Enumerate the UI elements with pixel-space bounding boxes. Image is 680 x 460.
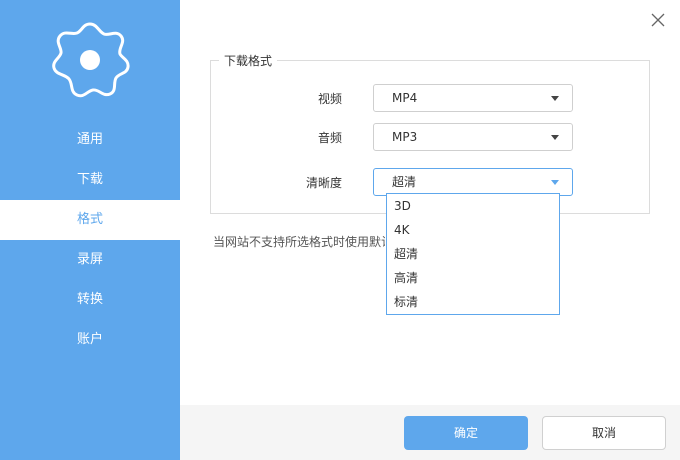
caret-down-icon	[551, 96, 559, 101]
video-format-select[interactable]: MP4	[373, 84, 573, 112]
ok-button[interactable]: 确定	[404, 416, 528, 450]
cancel-button[interactable]: 取消	[542, 416, 666, 450]
gear-icon	[52, 22, 130, 98]
video-label: 视频	[317, 92, 342, 106]
sidebar-item-general[interactable]: 通用	[0, 120, 180, 160]
quality-option-3d[interactable]: 3D	[387, 194, 559, 218]
sidebar-item-format[interactable]: 格式	[0, 200, 180, 240]
quality-option-4k[interactable]: 4K	[387, 218, 559, 242]
quality-dropdown-list: 3D 4K 超清 高清 标清	[386, 193, 560, 315]
close-icon[interactable]	[649, 11, 667, 29]
sidebar-item-account[interactable]: 账户	[0, 320, 180, 360]
group-title: 下载格式	[219, 52, 278, 69]
sidebar-item-convert[interactable]: 转换	[0, 280, 180, 320]
sidebar: 通用 下载 格式 录屏 转换 账户	[0, 0, 180, 460]
audio-format-value: MP3	[392, 130, 418, 144]
video-format-value: MP4	[392, 91, 418, 105]
quality-option-standard[interactable]: 标清	[387, 290, 559, 314]
quality-value: 超清	[392, 175, 417, 189]
quality-option-super[interactable]: 超清	[387, 242, 559, 266]
quality-select[interactable]: 超清	[373, 168, 573, 196]
default-format-note: 当网站不支持所选格式时使用默认	[213, 235, 385, 249]
caret-down-icon	[551, 135, 559, 140]
sidebar-item-record[interactable]: 录屏	[0, 240, 180, 280]
audio-label: 音频	[317, 131, 342, 145]
sidebar-item-download[interactable]: 下载	[0, 160, 180, 200]
quality-option-high[interactable]: 高清	[387, 266, 559, 290]
quality-label: 清晰度	[305, 176, 342, 190]
audio-format-select[interactable]: MP3	[373, 123, 573, 151]
caret-down-icon	[551, 180, 559, 185]
